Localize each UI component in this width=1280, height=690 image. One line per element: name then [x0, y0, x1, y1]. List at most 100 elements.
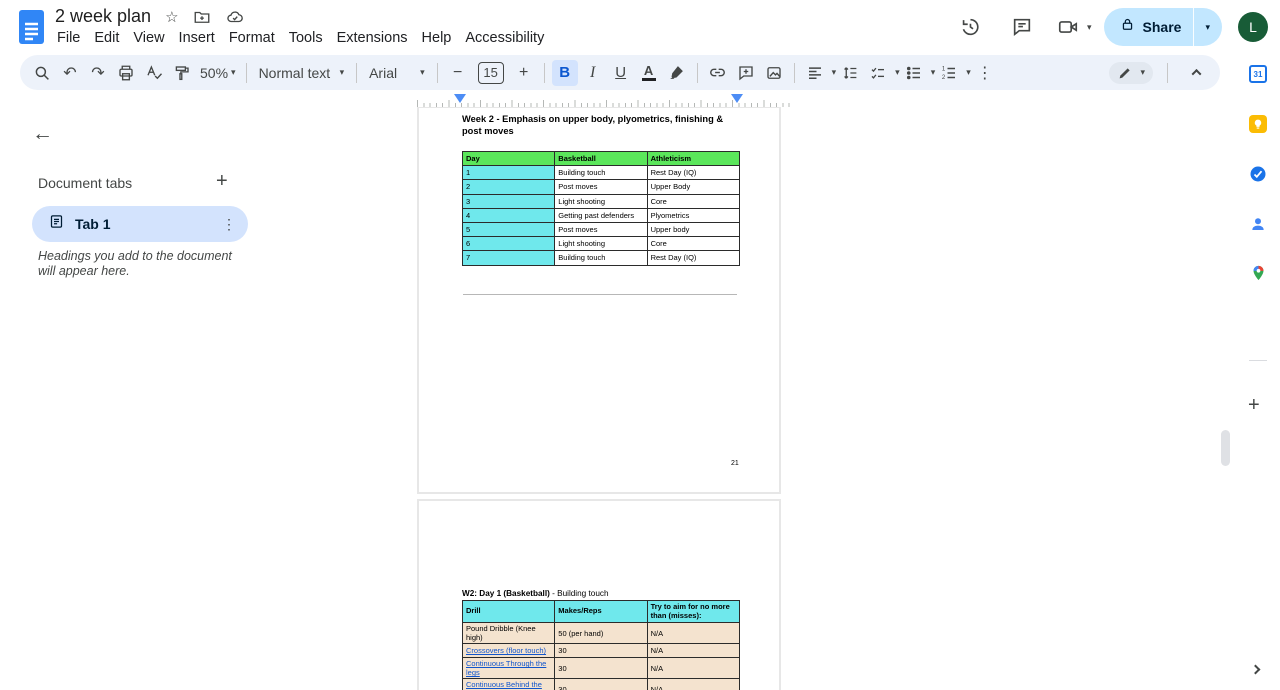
close-outline-icon[interactable]: ←: [32, 122, 53, 146]
bold-button[interactable]: B: [551, 59, 578, 86]
hide-side-panel-icon[interactable]: [1250, 660, 1261, 678]
tasks-icon[interactable]: [1249, 165, 1267, 183]
get-addons-icon[interactable]: +: [1248, 394, 1260, 417]
share-button[interactable]: Share ▾: [1103, 8, 1222, 46]
horizontal-rule: [463, 294, 737, 295]
table-header-row: Day Basketball Athleticism: [461, 150, 740, 167]
menu-format[interactable]: Format: [222, 28, 282, 48]
header-cell: Day: [461, 150, 556, 167]
menu-accessibility[interactable]: Accessibility: [458, 28, 551, 48]
zoom-select[interactable]: 50% ▾: [196, 65, 240, 81]
table-cell: 2: [461, 179, 556, 195]
decrease-font-icon[interactable]: −: [445, 60, 471, 86]
print-icon[interactable]: [113, 60, 139, 86]
undo-icon[interactable]: ↶: [57, 60, 83, 86]
text-color-button[interactable]: A: [636, 60, 662, 86]
drill-cell: Continuous Through the legs: [461, 657, 556, 680]
contacts-icon[interactable]: [1249, 215, 1267, 233]
table-row: 2 Post moves Upper Body: [461, 179, 740, 195]
drill-link[interactable]: Continuous Through the legs: [466, 659, 546, 677]
align-icon[interactable]: [802, 60, 828, 86]
menu-tools[interactable]: Tools: [282, 28, 330, 48]
indent-marker-left[interactable]: [454, 94, 466, 103]
menu-file[interactable]: File: [50, 28, 87, 48]
docs-logo-icon[interactable]: [18, 9, 45, 50]
drill-cell: Crossovers (floor touch): [461, 642, 556, 659]
bulleted-list-dropdown-icon[interactable]: ▾: [931, 67, 936, 78]
paint-format-icon[interactable]: [169, 60, 195, 86]
increase-font-icon[interactable]: +: [511, 60, 537, 86]
menu-extensions[interactable]: Extensions: [330, 28, 415, 48]
header-cell: Makes/Reps: [554, 600, 648, 623]
move-folder-icon[interactable]: [193, 8, 211, 26]
editing-mode-button[interactable]: ▾: [1109, 61, 1153, 84]
table-cell: Core: [646, 236, 740, 252]
italic-button[interactable]: I: [580, 60, 606, 86]
table-cell: Post moves: [554, 221, 648, 238]
menu-edit[interactable]: Edit: [87, 28, 126, 48]
calendar-icon[interactable]: 31: [1249, 65, 1267, 83]
numbered-list-icon[interactable]: 12: [936, 60, 962, 86]
tab-document-icon: [49, 214, 64, 234]
search-menus-icon[interactable]: [29, 60, 55, 86]
insert-link-icon[interactable]: [705, 60, 731, 86]
document-tabs-heading: Document tabs: [38, 175, 133, 191]
menu-insert[interactable]: Insert: [172, 28, 222, 48]
paragraph-style-select[interactable]: Normal text ▾: [253, 65, 351, 81]
menu-help[interactable]: Help: [415, 28, 459, 48]
comments-icon[interactable]: [1002, 7, 1042, 47]
document-title[interactable]: 2 week plan: [55, 6, 151, 27]
share-dropdown[interactable]: ▾: [1194, 8, 1222, 46]
cloud-status-icon[interactable]: [225, 8, 245, 26]
version-history-icon[interactable]: [950, 7, 990, 47]
table-row: Crossovers (floor touch) 30 N/A: [461, 642, 740, 659]
document-page-1[interactable]: Week 2 - Emphasis on upper body, plyomet…: [417, 107, 781, 494]
highlight-color-button[interactable]: [664, 60, 690, 86]
align-dropdown-icon[interactable]: ▾: [832, 67, 837, 78]
document-page-2[interactable]: W2: Day 1 (Basketball) - Building touch …: [417, 499, 781, 690]
add-tab-icon[interactable]: +: [216, 170, 228, 193]
redo-icon[interactable]: ↷: [85, 60, 111, 86]
table-header-row: Drill Makes/Reps Try to aim for no more th…: [461, 600, 740, 623]
meet-dropdown-icon[interactable]: ▾: [1087, 22, 1092, 33]
table-cell: 5: [461, 221, 556, 238]
sidebar-tab-1[interactable]: Tab 1 ⋮: [32, 206, 248, 242]
misses-cell: N/A: [646, 657, 740, 680]
keep-icon[interactable]: [1249, 115, 1267, 133]
numbered-list-dropdown-icon[interactable]: ▾: [966, 67, 971, 78]
insert-image-icon[interactable]: [761, 60, 787, 86]
underline-button[interactable]: U: [608, 60, 634, 86]
menubar: File Edit View Insert Format Tools Exten…: [50, 28, 551, 48]
table-cell: 7: [461, 250, 556, 266]
font-select[interactable]: Arial ▾: [363, 65, 431, 81]
reps-cell: 30: [554, 657, 648, 680]
add-comment-icon[interactable]: [733, 60, 759, 86]
svg-text:1: 1: [942, 66, 946, 72]
table-row: 1 Building touch Rest Day (IQ): [461, 165, 740, 181]
toolbar-overflow-icon[interactable]: ⋮: [972, 60, 998, 86]
header-cell: Basketball: [554, 150, 648, 167]
menu-view[interactable]: View: [126, 28, 171, 48]
checklist-icon[interactable]: [865, 60, 891, 86]
maps-icon[interactable]: [1249, 264, 1267, 282]
drill-link[interactable]: Continuous Behind the Back: [466, 680, 542, 690]
meet-video-icon[interactable]: [1054, 7, 1082, 47]
hide-menus-icon[interactable]: [1183, 60, 1209, 86]
spellcheck-icon[interactable]: [141, 60, 167, 86]
indent-marker-right[interactable]: [731, 94, 743, 103]
table-cell: Rest Day (IQ): [646, 250, 740, 266]
font-size-input[interactable]: 15: [477, 61, 504, 84]
table-cell: Upper Body: [646, 179, 740, 195]
tab-options-icon[interactable]: ⋮: [222, 216, 236, 233]
star-icon[interactable]: ☆: [165, 8, 178, 26]
account-avatar[interactable]: L: [1238, 12, 1268, 42]
svg-text:2: 2: [942, 75, 946, 81]
checklist-dropdown-icon[interactable]: ▾: [895, 67, 900, 78]
vertical-scrollbar-thumb[interactable]: [1221, 430, 1230, 466]
table-cell: Building touch: [554, 165, 648, 181]
drill-link[interactable]: Crossovers (floor touch): [466, 646, 546, 655]
bulleted-list-icon[interactable]: [901, 60, 927, 86]
line-spacing-icon[interactable]: [837, 60, 863, 86]
table-cell: Light shooting: [554, 193, 648, 209]
header-cell: Athleticism: [646, 150, 740, 167]
